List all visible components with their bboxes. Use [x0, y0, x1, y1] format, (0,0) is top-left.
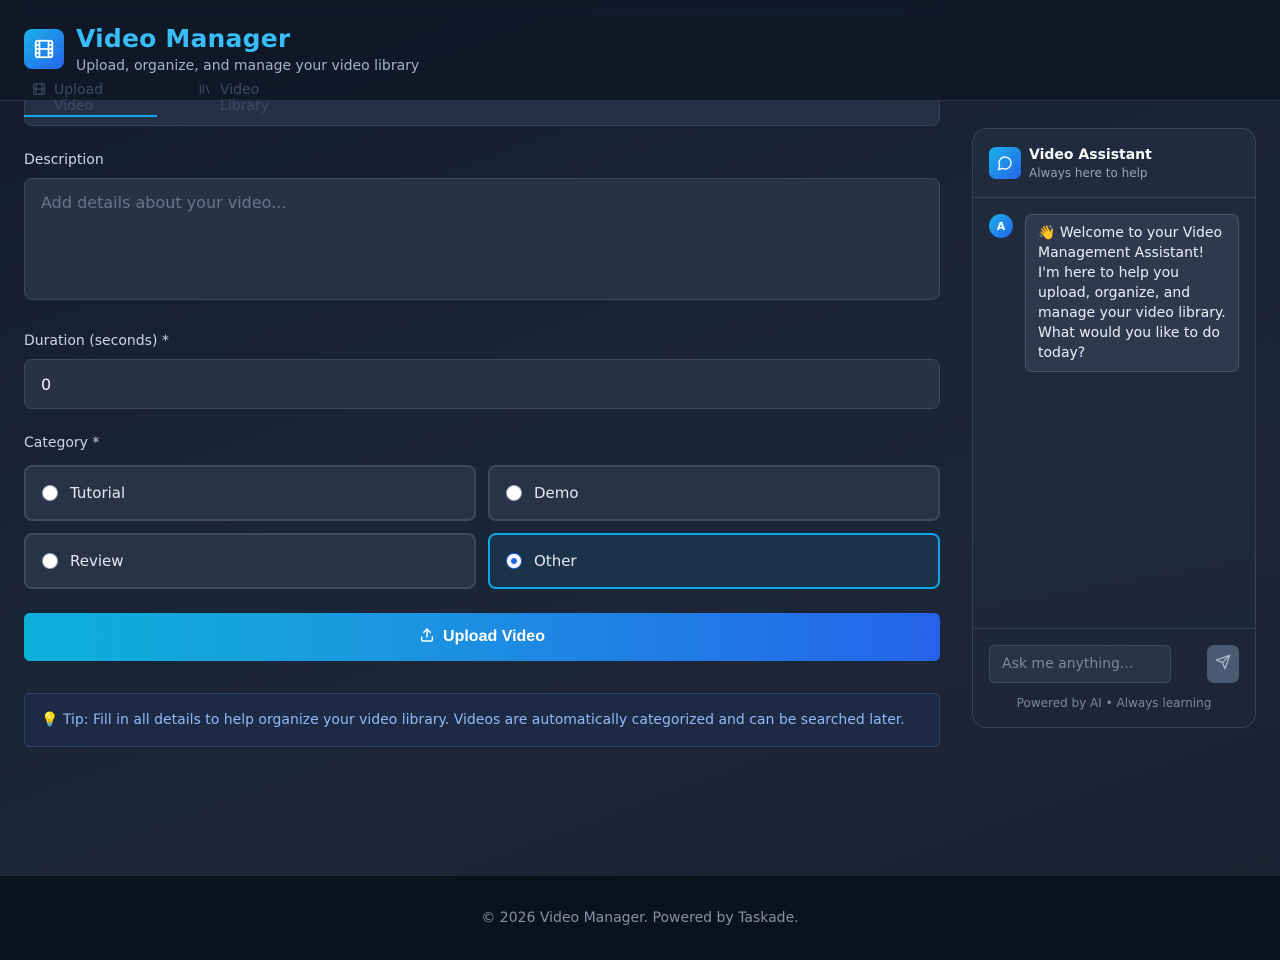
- option-label: Demo: [534, 484, 579, 502]
- radio-button-checked[interactable]: [506, 553, 522, 569]
- category-option-demo[interactable]: Demo: [488, 465, 940, 521]
- chat-subtitle: Always here to help: [1029, 166, 1148, 180]
- chat-input[interactable]: Ask me anything...: [989, 645, 1171, 683]
- assistant-avatar: A: [989, 214, 1013, 238]
- tip-text: 💡 Tip: Fill in all details to help organ…: [41, 712, 905, 728]
- app-subtitle: Upload, organize, and manage your video …: [76, 58, 420, 74]
- powered-by-text: Powered by AI • Always learning: [1016, 696, 1212, 710]
- radio-button[interactable]: [42, 553, 58, 569]
- chat-header: Video Assistant Always here to help: [973, 129, 1255, 198]
- assistant-chat-panel: Video Assistant Always here to help A 👋 …: [972, 128, 1256, 728]
- category-label: Category *: [24, 435, 100, 451]
- chat-bubble-icon: [989, 147, 1021, 179]
- active-tab-indicator: [24, 115, 157, 117]
- send-icon: [1215, 654, 1231, 674]
- duration-label: Duration (seconds) *: [24, 333, 169, 349]
- option-label: Review: [70, 552, 124, 570]
- duration-input[interactable]: 0: [24, 359, 940, 409]
- category-option-tutorial[interactable]: Tutorial: [24, 465, 476, 521]
- tab-upload-video[interactable]: Upload Video: [32, 80, 103, 118]
- upload-video-button[interactable]: Upload Video: [24, 613, 940, 661]
- description-placeholder: Add details about your video...: [41, 193, 287, 212]
- option-label: Other: [534, 552, 577, 570]
- duration-value: 0: [41, 374, 52, 394]
- assistant-message: 👋 Welcome to your Video Management Assis…: [1025, 214, 1239, 372]
- app-header: Video Manager Upload, organize, and mana…: [0, 0, 1280, 101]
- tip-banner: 💡 Tip: Fill in all details to help organ…: [24, 693, 940, 747]
- description-textarea[interactable]: Add details about your video...: [24, 178, 940, 300]
- page-footer: © 2026 Video Manager. Powered by Taskade…: [0, 875, 1280, 960]
- tab-label: Upload Video: [54, 82, 104, 114]
- category-option-review[interactable]: Review: [24, 533, 476, 589]
- upload-icon: [419, 627, 435, 648]
- send-button[interactable]: [1207, 645, 1239, 683]
- film-icon: [32, 82, 46, 100]
- app-title: Video Manager: [76, 24, 291, 53]
- radio-button[interactable]: [42, 485, 58, 501]
- chat-title: Video Assistant: [1029, 147, 1152, 163]
- chat-footer: Ask me anything... Powered by AI • Alway…: [973, 628, 1255, 727]
- footer-text: © 2026 Video Manager. Powered by Taskade…: [481, 910, 799, 926]
- film-icon: [24, 29, 64, 69]
- category-option-other[interactable]: Other: [488, 533, 940, 589]
- description-label: Description: [24, 152, 104, 168]
- chat-input-placeholder: Ask me anything...: [1002, 656, 1134, 672]
- option-label: Tutorial: [70, 484, 126, 502]
- upload-button-label: Upload Video: [443, 628, 545, 645]
- radio-button[interactable]: [506, 485, 522, 501]
- tab-video-library[interactable]: Video Library: [198, 80, 269, 118]
- library-icon: [198, 82, 212, 100]
- tab-label: Video Library: [220, 82, 269, 114]
